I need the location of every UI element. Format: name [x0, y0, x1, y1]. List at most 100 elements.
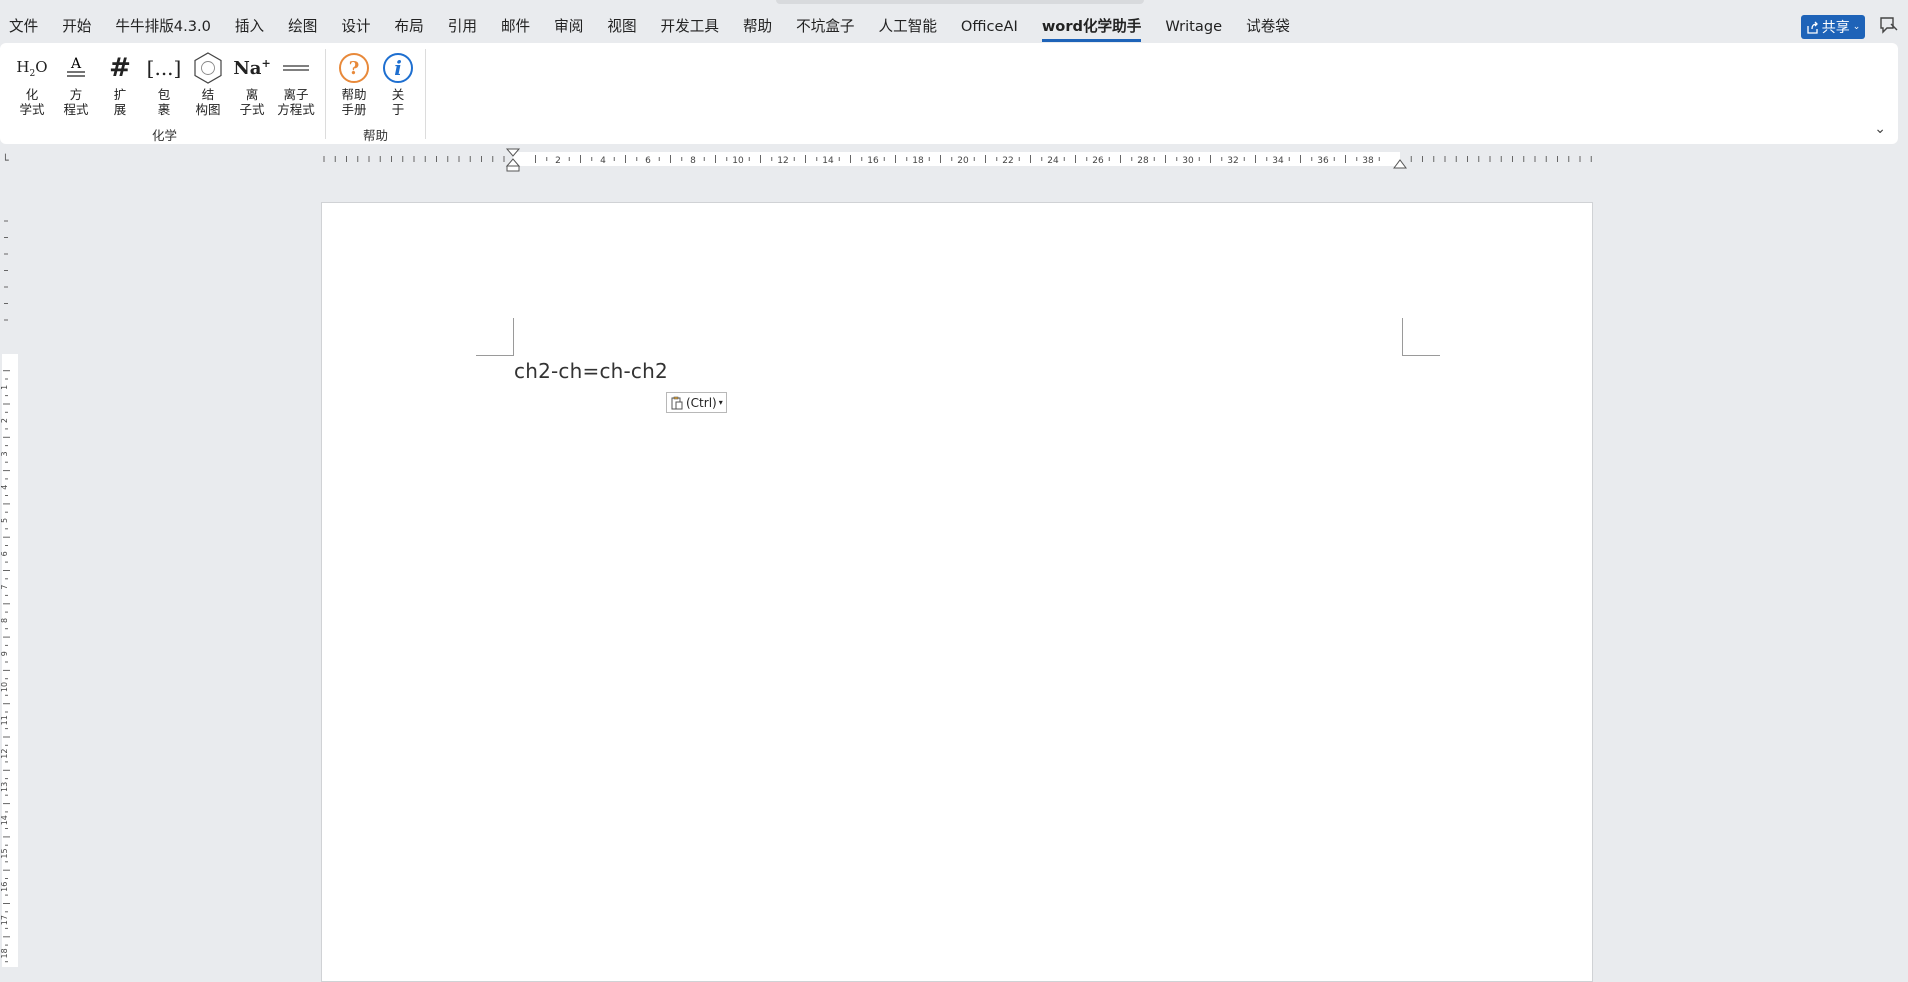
ruler-label: 14: [0, 815, 9, 825]
tab-1[interactable]: 开始: [50, 15, 103, 39]
equation-icon: A: [63, 49, 89, 87]
ruler-label: 6: [645, 156, 651, 166]
clipboard-icon: [671, 396, 683, 409]
ruler-label: 5: [0, 518, 9, 523]
document-text[interactable]: ch2-ch=ch-ch2: [514, 359, 668, 383]
svg-text:A: A: [70, 56, 82, 72]
ribbon-button-ion-equation[interactable]: 离子 方程式: [274, 43, 318, 117]
tab-0[interactable]: 文件: [0, 15, 50, 39]
help-manual-icon: ?: [338, 49, 370, 87]
ruler-label: 28: [1137, 156, 1149, 166]
button-label-line2: 构图: [195, 102, 221, 117]
ribbon-button-hash[interactable]: # 扩展: [98, 43, 142, 117]
group-label-chemistry: 化学: [152, 128, 178, 143]
ruler-label: 12: [777, 156, 788, 166]
share-button[interactable]: 共享 ⌄: [1801, 15, 1865, 39]
ruler-label: 16: [867, 156, 879, 166]
tab-8[interactable]: 邮件: [489, 15, 542, 39]
window-top-handle: [776, 0, 1144, 4]
ribbon-button-equation[interactable]: A 方程式: [54, 43, 98, 117]
ribbon-button-about-info[interactable]: i关于: [376, 43, 420, 117]
chevron-down-icon: ⌄: [1852, 22, 1861, 32]
ribbon-button-bracket-wrap[interactable]: [...] 包裹: [142, 43, 186, 117]
button-label-line2: 子式: [239, 102, 265, 117]
button-label-line2: 方程式: [277, 102, 315, 117]
button-label-line2: 于: [391, 102, 405, 117]
button-label-line2: 展: [113, 102, 127, 117]
button-label-line1: 帮助: [341, 87, 367, 102]
ruler-label: 22: [1002, 156, 1013, 166]
ruler-label: 15: [0, 848, 9, 858]
button-label-line1: 扩: [113, 87, 127, 102]
tab-7[interactable]: 引用: [436, 15, 489, 39]
ruler-label: 32: [1227, 156, 1238, 166]
button-label-line2: 裹: [157, 102, 171, 117]
tab-9[interactable]: 审阅: [542, 15, 595, 39]
horizontal-ruler[interactable]: 2 4 6 8 10 12 14 16 18 20 22 24 26 28 30 32 34 36 38: [0, 144, 1908, 174]
ribbon-button-benzene-structure[interactable]: 结构图: [186, 43, 230, 117]
button-label-line1: 离子: [283, 87, 309, 102]
tab-4[interactable]: 绘图: [276, 15, 329, 39]
paste-options-label: (Ctrl): [686, 395, 717, 410]
ruler-label: 11: [0, 715, 9, 725]
tab-14[interactable]: 人工智能: [867, 15, 949, 39]
ribbon-tabs: 文件 开始 牛牛排版4.3.0 插入 绘图 设计 布局 引用 邮件 审阅 视图 开发工具 帮助 不坑盒子人…: [0, 15, 1302, 42]
ruler-active-area: [2, 354, 18, 967]
tab-13[interactable]: 不坑盒子: [784, 15, 866, 39]
ruler-label: 7: [0, 585, 9, 590]
chevron-down-icon: ▾: [718, 398, 723, 407]
collapse-ribbon-icon[interactable]: ⌄: [1874, 121, 1886, 137]
ruler-label: 17: [0, 915, 9, 925]
ruler-label: 4: [600, 156, 606, 166]
ruler-label: 18: [0, 948, 9, 958]
ruler-label: 3: [0, 451, 9, 456]
vertical-ruler[interactable]: 123456789101112131415161718: [0, 176, 20, 967]
button-label-line2: 程式: [63, 102, 89, 117]
button-label-line1: 关: [391, 87, 405, 102]
svg-text:i: i: [394, 56, 402, 80]
tab-3[interactable]: 插入: [223, 15, 276, 39]
tab-15[interactable]: OfficeAI: [949, 15, 1030, 39]
paste-options-button[interactable]: (Ctrl) ▾: [666, 392, 727, 413]
comment-icon[interactable]: [1877, 15, 1899, 37]
button-label-line2: 学式: [19, 102, 45, 117]
button-label-line1: 方: [69, 87, 83, 102]
share-icon: [1807, 21, 1818, 34]
ruler-label: 2: [555, 156, 561, 166]
ruler-label: 8: [0, 618, 9, 623]
tab-12[interactable]: 帮助: [731, 15, 784, 39]
ribbon-button-chemical-formula[interactable]: H2O 化学式: [10, 43, 54, 118]
ruler-label: 14: [822, 156, 834, 166]
tab-2[interactable]: 牛牛排版4.3.0: [103, 15, 223, 39]
ruler-label: 12: [0, 749, 9, 759]
ruler-label: 1: [0, 385, 9, 390]
tab-10[interactable]: 视图: [595, 15, 648, 39]
ruler-label: 38: [1362, 156, 1374, 166]
group-label-help: 帮助: [363, 128, 389, 143]
margin-corner-top-right: [1402, 318, 1440, 356]
tab-18[interactable]: 试卷袋: [1234, 15, 1302, 39]
ruler-label: 10: [0, 682, 9, 692]
ribbon-button-ion-formula[interactable]: Na+ 离子式: [230, 43, 274, 117]
group-divider: [425, 49, 426, 139]
tab-17[interactable]: Writage: [1153, 15, 1234, 39]
button-label-line1: 结: [201, 87, 215, 102]
chemical-formula-icon: H2O: [16, 57, 48, 79]
benzene-structure-icon: [191, 49, 225, 87]
tab-6[interactable]: 布局: [383, 15, 436, 39]
ribbon-button-help-manual[interactable]: ? 帮助 手册: [332, 43, 376, 117]
ruler-label: 30: [1182, 156, 1194, 166]
margin-corner-top-left: [476, 318, 514, 356]
tab-16[interactable]: word化学助手: [1030, 15, 1154, 42]
tab-11[interactable]: 开发工具: [649, 15, 731, 39]
svg-text:?: ?: [349, 58, 360, 79]
ion-equation-icon: [281, 49, 311, 87]
button-label-line2: 手册: [341, 102, 367, 117]
hash-icon: #: [109, 53, 131, 83]
ruler-label: 20: [957, 156, 969, 166]
ruler-label: 9: [0, 651, 9, 656]
share-label: 共享: [1821, 20, 1850, 36]
ribbon-panel: H2O 化学式 A 方程式 # 扩展 [...] 包裹结构图 Na+ 离子式 离子 方程式 化学 ? 帮…: [0, 43, 1898, 144]
ruler-label: 34: [1272, 156, 1284, 166]
tab-5[interactable]: 设计: [329, 15, 382, 39]
